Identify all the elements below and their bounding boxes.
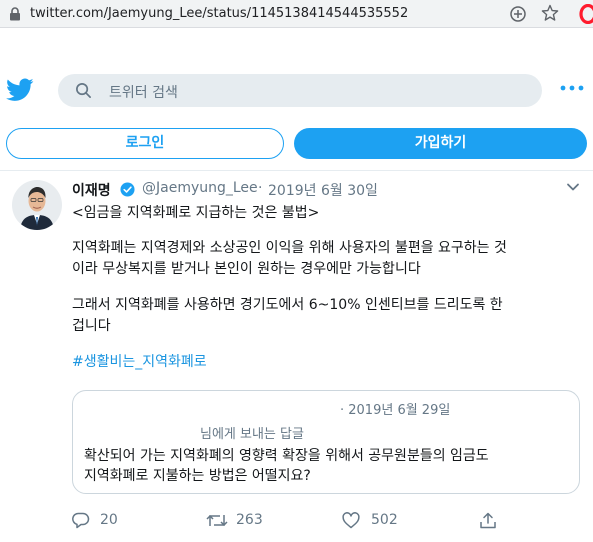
quoted-text-line: 확산되어 가는 지역화폐의 영향력 확장을 위해서 공무원분들의 임금도 [84, 448, 489, 464]
like-count: 502 [371, 512, 398, 528]
tweet-text-line: 겁니다 [72, 318, 111, 334]
url-field[interactable]: twitter.com/Jaemyung_Lee/status/11451384… [30, 6, 408, 21]
retweet-icon[interactable] [206, 512, 228, 529]
reply-count: 20 [100, 512, 118, 528]
twitter-bird-icon[interactable] [6, 78, 34, 102]
search-icon [76, 83, 91, 98]
tweet-text-line: 지역화폐는 지역경제와 소상공인 이익을 위해 사용자의 불편을 요구하는 것 [72, 240, 507, 256]
verified-icon [120, 182, 135, 197]
lock-icon [10, 7, 20, 21]
tweet-text-line: 이라 무상복지를 받거나 본인이 원하는 경우에만 가능합니다 [72, 261, 421, 277]
chevron-down-icon[interactable] [566, 182, 580, 192]
author-handle[interactable]: @Jaemyung_Lee [142, 180, 258, 196]
reply-icon[interactable] [72, 512, 90, 529]
avatar[interactable] [12, 180, 62, 230]
replying-to-label: 님에게 보내는 답글 [200, 427, 304, 442]
quoted-text-line: 지역화폐로 지불하는 방법은 어떨지요? [84, 468, 311, 484]
share-icon[interactable] [479, 512, 497, 529]
tweet-text-line: <임금을 지역화폐로 지급하는 것은 불법> [72, 205, 320, 221]
tweet-text-line: 그래서 지역화폐를 사용하면 경기도에서 6~10% 인센티브를 드리도록 한 [72, 297, 503, 313]
more-icon[interactable] [560, 82, 584, 94]
like-icon[interactable] [342, 512, 360, 529]
search-input[interactable]: 트위터 검색 [58, 74, 542, 107]
retweet-count: 263 [236, 512, 263, 528]
quoted-tweet-date: · 2019년 6월 29일 [340, 403, 451, 418]
separator-dot: · [258, 180, 263, 196]
divider [0, 170, 593, 171]
plus-circle-icon[interactable] [509, 5, 527, 23]
search-placeholder: 트위터 검색 [109, 85, 178, 101]
signup-button[interactable]: 가입하기 [294, 128, 587, 159]
login-button[interactable]: 로그인 [6, 128, 284, 159]
star-icon[interactable] [541, 4, 559, 22]
browser-address-bar: twitter.com/Jaemyung_Lee/status/11451384… [0, 0, 593, 28]
opera-icon[interactable] [578, 4, 593, 24]
author-name[interactable]: 이재명 [72, 180, 111, 200]
hashtag-link[interactable]: #생활비는_지역화폐로 [72, 352, 207, 373]
tweet-date[interactable]: 2019년 6월 30일 [268, 180, 378, 200]
